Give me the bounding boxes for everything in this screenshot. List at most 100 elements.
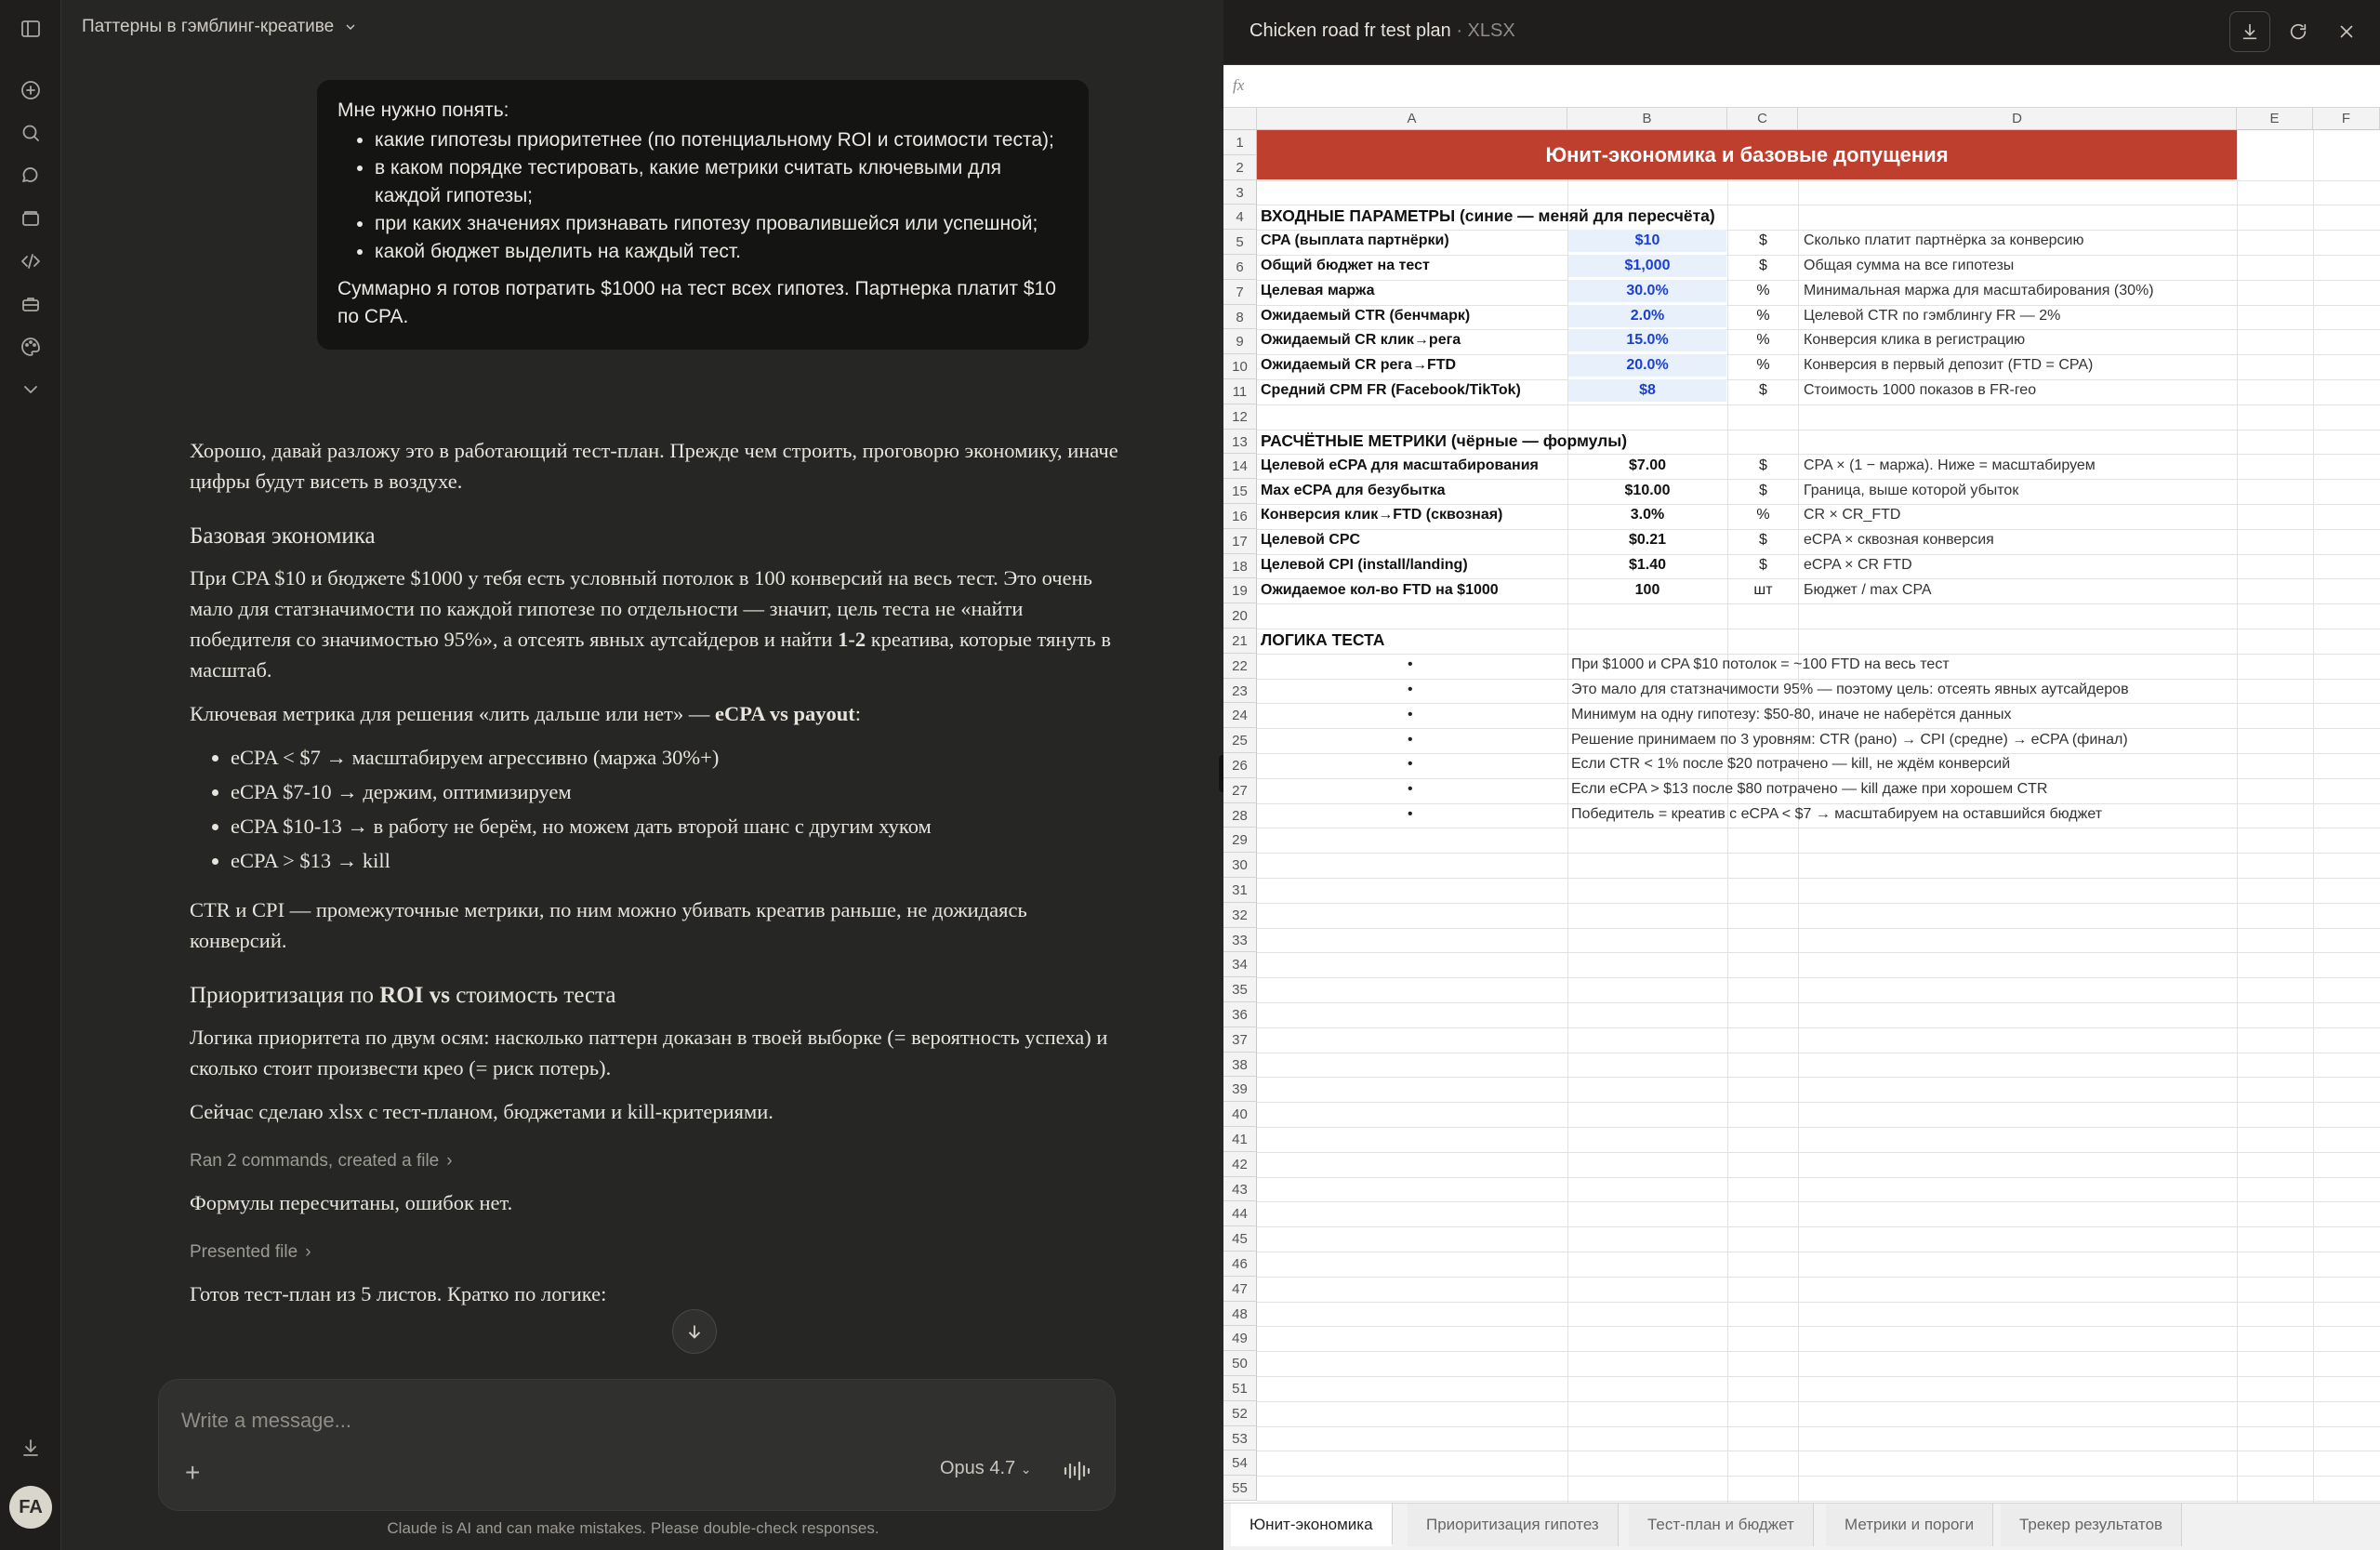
row-header[interactable]: 7 bbox=[1223, 279, 1257, 305]
projects-icon[interactable] bbox=[13, 201, 48, 236]
metric-label[interactable]: Max eCPA для безубытка bbox=[1261, 480, 1446, 502]
param-unit[interactable]: % bbox=[1728, 280, 1798, 302]
row-header[interactable]: 38 bbox=[1223, 1052, 1257, 1078]
row-header[interactable]: 54 bbox=[1223, 1451, 1257, 1477]
chat-title[interactable]: Паттерны в гэмблинг-креативе bbox=[82, 17, 358, 37]
param-note[interactable]: Общая сумма на все гипотезы bbox=[1804, 255, 2014, 277]
row-header[interactable]: 22 bbox=[1223, 653, 1257, 679]
metric-note[interactable]: Граница, выше которой убыток bbox=[1804, 480, 2018, 502]
metric-label[interactable]: Конверсия клик→FTD (сквозная) bbox=[1261, 504, 1502, 526]
param-note[interactable]: Стоимость 1000 показов в FR-гео bbox=[1804, 379, 2036, 402]
column-header[interactable]: D bbox=[1798, 108, 2237, 130]
metric-note[interactable]: Бюджет / max CPA bbox=[1804, 579, 1932, 602]
metric-label[interactable]: Целевой CPC bbox=[1261, 529, 1360, 551]
column-header[interactable]: A bbox=[1257, 108, 1567, 130]
chats-icon[interactable] bbox=[13, 158, 48, 193]
palette-icon[interactable] bbox=[13, 329, 48, 364]
avatar[interactable]: FA bbox=[9, 1486, 52, 1529]
close-button[interactable] bbox=[2326, 11, 2367, 52]
metric-value[interactable]: 3.0% bbox=[1568, 504, 1726, 526]
param-input-value[interactable]: $1,000 bbox=[1568, 255, 1726, 277]
logic-item[interactable]: Если CTR < 1% после $20 потрачено — kill… bbox=[1571, 753, 2010, 775]
param-label[interactable]: Общий бюджет на тест bbox=[1261, 255, 1430, 277]
metric-note[interactable]: CPA × (1 − маржа). Ниже = масштабируем bbox=[1804, 455, 2096, 477]
row-header[interactable]: 31 bbox=[1223, 878, 1257, 903]
column-header[interactable]: B bbox=[1567, 108, 1727, 130]
metric-label[interactable]: Ожидаемое кол-во FTD на $1000 bbox=[1261, 579, 1499, 602]
sheet-tab-test-plan[interactable]: Тест-план и бюджет bbox=[1629, 1504, 1814, 1546]
row-header[interactable]: 25 bbox=[1223, 728, 1257, 753]
tool-use-summary[interactable]: Ran 2 commands, created a file › bbox=[190, 1146, 1119, 1176]
row-header[interactable]: 17 bbox=[1223, 528, 1257, 554]
row-header[interactable]: 39 bbox=[1223, 1077, 1257, 1103]
param-note[interactable]: Минимальная маржа для масштабирования (3… bbox=[1804, 280, 2154, 302]
row-header[interactable]: 42 bbox=[1223, 1151, 1257, 1177]
row-header[interactable]: 26 bbox=[1223, 753, 1257, 778]
param-unit[interactable]: % bbox=[1728, 329, 1798, 351]
row-header[interactable]: 40 bbox=[1223, 1102, 1257, 1127]
row-header[interactable]: 15 bbox=[1223, 479, 1257, 504]
add-attachment-button[interactable]: + bbox=[185, 1458, 200, 1488]
param-unit[interactable]: $ bbox=[1728, 230, 1798, 252]
logic-item[interactable]: При $1000 и CPA $10 потолок = ~100 FTD н… bbox=[1571, 654, 1950, 676]
param-unit[interactable]: % bbox=[1728, 354, 1798, 377]
param-note[interactable]: Конверсия в первый депозит (FTD = CPA) bbox=[1804, 354, 2093, 377]
sheet-tab-unit-economics[interactable]: Юнит-экономика bbox=[1231, 1504, 1393, 1546]
row-header[interactable]: 46 bbox=[1223, 1252, 1257, 1277]
param-input-value[interactable]: $10 bbox=[1568, 230, 1726, 252]
row-header[interactable]: 45 bbox=[1223, 1226, 1257, 1252]
metric-note[interactable]: eCPA × CR FTD bbox=[1804, 554, 1912, 576]
param-unit[interactable]: $ bbox=[1728, 255, 1798, 277]
row-header[interactable]: 4 bbox=[1223, 205, 1257, 231]
row-header[interactable]: 47 bbox=[1223, 1276, 1257, 1302]
row-header[interactable]: 21 bbox=[1223, 629, 1257, 654]
param-note[interactable]: Конверсия клика в регистрацию bbox=[1804, 329, 2025, 351]
row-header[interactable]: 28 bbox=[1223, 802, 1257, 828]
row-header[interactable]: 10 bbox=[1223, 354, 1257, 379]
param-input-value[interactable]: 2.0% bbox=[1568, 305, 1726, 327]
row-header[interactable]: 24 bbox=[1223, 703, 1257, 729]
scroll-down-button[interactable] bbox=[672, 1309, 717, 1354]
row-header[interactable]: 3 bbox=[1223, 179, 1257, 205]
row-header[interactable]: 12 bbox=[1223, 404, 1257, 430]
sheet-banner[interactable]: Юнит-экономика и базовые допущения bbox=[1257, 130, 2237, 179]
metric-unit[interactable]: $ bbox=[1728, 480, 1798, 502]
spreadsheet-grid[interactable]: A B C D E F Юнит-экономика и базовые доп… bbox=[1223, 108, 2380, 1503]
row-header[interactable]: 5 bbox=[1223, 230, 1257, 255]
row-header[interactable]: 32 bbox=[1223, 902, 1257, 928]
param-unit[interactable]: $ bbox=[1728, 379, 1798, 402]
param-unit[interactable]: % bbox=[1728, 305, 1798, 327]
sheet-tab-tracker[interactable]: Трекер результатов bbox=[2001, 1504, 2183, 1546]
row-header[interactable]: 20 bbox=[1223, 603, 1257, 629]
param-label[interactable]: Целевая маржа bbox=[1261, 280, 1374, 302]
download-icon[interactable] bbox=[13, 1430, 48, 1465]
presented-file-summary[interactable]: Presented file › bbox=[190, 1237, 1119, 1267]
param-input-value[interactable]: 30.0% bbox=[1568, 280, 1726, 302]
chevron-down-icon[interactable] bbox=[13, 372, 48, 407]
param-input-value[interactable]: $8 bbox=[1568, 379, 1726, 402]
column-header[interactable]: E bbox=[2237, 108, 2313, 130]
section-heading[interactable]: РАСЧЁТНЫЕ МЕТРИКИ (чёрные — формулы) bbox=[1261, 430, 1627, 452]
sheet-tab-metrics[interactable]: Метрики и пороги bbox=[1826, 1504, 1994, 1546]
row-header[interactable]: 19 bbox=[1223, 578, 1257, 604]
row-header[interactable]: 35 bbox=[1223, 977, 1257, 1002]
row-header[interactable]: 29 bbox=[1223, 828, 1257, 854]
metric-label[interactable]: Целевой eCPA для масштабирования bbox=[1261, 455, 1539, 477]
sidebar-toggle-icon[interactable] bbox=[13, 11, 48, 46]
artifacts-icon[interactable] bbox=[13, 286, 48, 322]
param-note[interactable]: Целевой CTR по гэмблингу FR — 2% bbox=[1804, 305, 2060, 327]
param-label[interactable]: CPA (выплата партнёрки) bbox=[1261, 230, 1449, 252]
column-header[interactable]: C bbox=[1727, 108, 1798, 130]
download-button[interactable] bbox=[2229, 11, 2270, 52]
row-header[interactable]: 49 bbox=[1223, 1326, 1257, 1352]
row-header[interactable]: 14 bbox=[1223, 454, 1257, 480]
formula-bar[interactable]: fx bbox=[1223, 65, 2380, 108]
row-header[interactable]: 36 bbox=[1223, 1002, 1257, 1027]
row-header[interactable]: 37 bbox=[1223, 1027, 1257, 1053]
row-header[interactable]: 30 bbox=[1223, 853, 1257, 878]
logic-item[interactable]: Решение принимаем по 3 уровням: CTR (ран… bbox=[1571, 729, 2128, 751]
row-header[interactable]: 9 bbox=[1223, 329, 1257, 355]
param-input-value[interactable]: 20.0% bbox=[1568, 354, 1726, 377]
sheet-tab-prioritization[interactable]: Приоритизация гипотез bbox=[1408, 1504, 1619, 1546]
param-label[interactable]: Ожидаемый CR рега→FTD bbox=[1261, 354, 1456, 377]
